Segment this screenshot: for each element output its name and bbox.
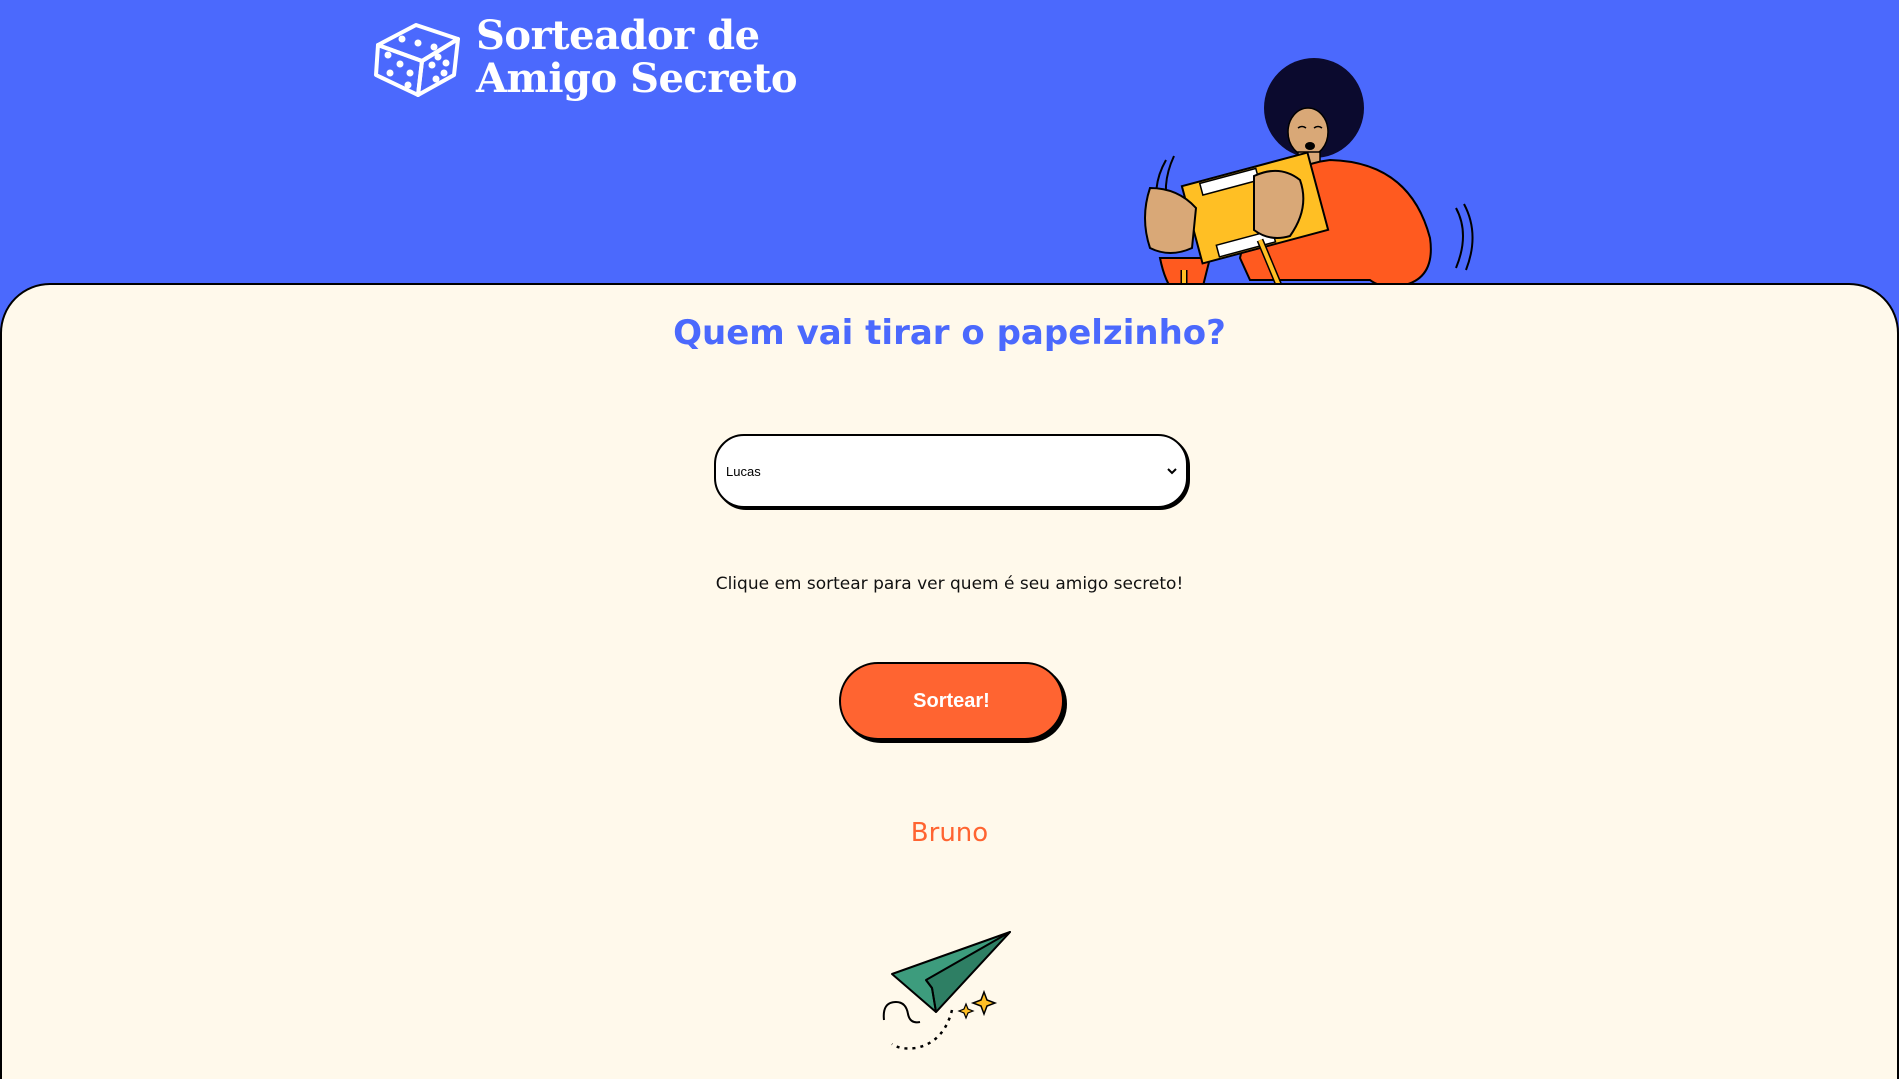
participant-select-wrapper[interactable]: Lucas — [714, 434, 1188, 508]
logo-line-2: Amigo Secreto — [476, 55, 798, 102]
logo-line-1: Sorteador de — [476, 12, 760, 59]
page-title: Quem vai tirar o papelzinho? — [673, 313, 1226, 353]
result-name: Bruno — [910, 818, 989, 848]
logo: Sorteador de Amigo Secreto — [372, 12, 798, 102]
dice-icon — [374, 23, 460, 97]
instruction-text: Clique em sortear para ver quem é seu am… — [715, 574, 1184, 594]
header: Sorteador de Amigo Secreto — [0, 0, 1899, 320]
participant-select[interactable]: Lucas — [722, 451, 1180, 491]
logo-text: Sorteador de Amigo Secreto — [476, 12, 798, 102]
person-with-gift-illustration — [1144, 58, 1474, 320]
paper-plane-illustration — [882, 931, 1011, 1050]
draw-button[interactable]: Sortear! — [839, 662, 1064, 740]
